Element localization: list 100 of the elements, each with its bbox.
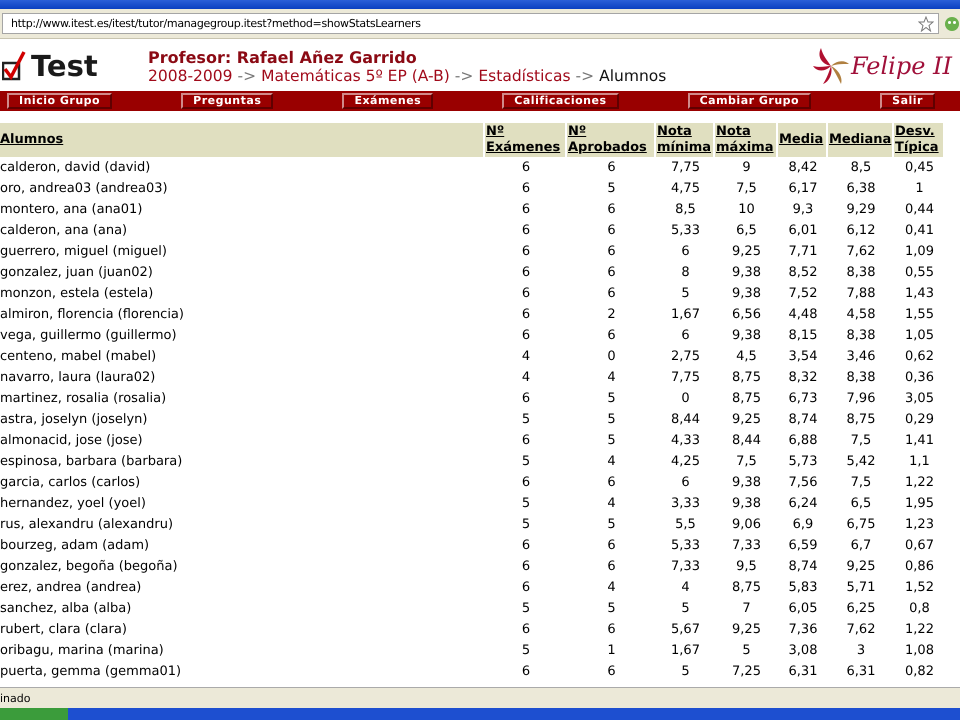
table-cell-text: puerta, gemma (gemma01) <box>0 663 182 681</box>
table-cell-text: 7,56 <box>788 474 818 492</box>
table-cell-text: 1,41 <box>904 432 935 450</box>
breadcrumb-separator: -> <box>238 66 256 84</box>
nav-button[interactable]: Calificaciones <box>502 93 619 109</box>
nav-button[interactable]: Salir <box>880 93 935 109</box>
table-cell-text: 0,8 <box>908 600 931 618</box>
table-cell-text: 7,5 <box>735 453 758 471</box>
table-cell-text: 5,33 <box>670 537 701 555</box>
table-cell-text: 9,5 <box>735 558 758 576</box>
table-cell-text: 10 <box>737 201 756 219</box>
table-cell-text: sanchez, alba (alba) <box>0 600 132 618</box>
table-cell-text: 4 <box>606 369 617 387</box>
table-cell-text: 5 <box>520 453 532 471</box>
table-cell-text: 7,25 <box>731 663 762 681</box>
table-cell-text: navarro, laura (laura02) <box>0 369 156 387</box>
table-cell-text: 5 <box>520 495 532 513</box>
table-cell-text: 6 <box>520 474 532 492</box>
table-cell-text: 9,3 <box>792 201 814 219</box>
table-cell-text: 5 <box>741 642 752 660</box>
table-cell-text: 8,5 <box>674 201 697 219</box>
table-cell-text: 3,05 <box>904 390 935 408</box>
table-cell-text: 8,38 <box>846 264 876 282</box>
table-cell-text: 7,52 <box>788 285 818 303</box>
table-cell-text: 7,5 <box>850 432 872 450</box>
checkbox-check-icon <box>2 51 26 81</box>
swirl-logo-icon <box>810 46 851 86</box>
table-cell-text: 5 <box>606 432 617 450</box>
table-cell-text: 9 <box>741 159 752 177</box>
table-cell-text: 6 <box>520 243 532 261</box>
nav-button[interactable]: Exámenes <box>342 93 434 109</box>
table-cell-text: 8 <box>680 264 691 282</box>
table-cell-text: 8,44 <box>670 411 701 429</box>
column-header[interactable]: Mediana <box>828 123 894 157</box>
column-header[interactable]: Alumnos <box>0 123 485 157</box>
table-cell-text: oro, andrea03 (andrea03) <box>0 180 169 198</box>
table-cell-text: 9,25 <box>731 621 762 639</box>
nav-button[interactable]: Preguntas <box>181 93 274 109</box>
table-cell-text: 9,38 <box>731 474 762 492</box>
table-cell-text: 6 <box>680 327 691 345</box>
breadcrumb-link[interactable]: Matemáticas 5º EP (A-B) <box>261 66 450 84</box>
table-cell-text: garcia, carlos (carlos) <box>0 474 142 492</box>
breadcrumb-separator: -> <box>454 66 474 84</box>
table-cell-text: 3,46 <box>846 348 876 366</box>
table-cell-text: 0,29 <box>904 411 935 429</box>
nav-button[interactable]: Cambiar Grupo <box>688 93 812 109</box>
table-cell-text: 6 <box>606 201 617 219</box>
table-cell-text: 4,58 <box>846 306 876 324</box>
table-cell-text: hernandez, yoel (yoel) <box>0 495 147 513</box>
column-header[interactable]: Nota mínima <box>656 123 715 157</box>
column-header[interactable]: Media <box>778 123 828 157</box>
table-cell-text: rubert, clara (clara) <box>0 621 128 639</box>
table-cell-text: 7,75 <box>670 369 701 387</box>
breadcrumb-separator: -> <box>576 66 594 84</box>
table-cell-text: 5 <box>606 600 617 618</box>
table-cell-text: 5 <box>606 180 617 198</box>
table-cell-text: 9,25 <box>846 558 876 576</box>
table-cell-text: 9,38 <box>731 264 762 282</box>
table-cell-text: centeno, mabel (mabel) <box>0 348 158 366</box>
table-cell-text: 1,1 <box>908 453 931 471</box>
table-cell-text: 2 <box>606 306 617 324</box>
table-cell-text: 8,74 <box>788 411 818 429</box>
table-cell-text: 6,31 <box>788 663 818 681</box>
table-cell-text: 6,38 <box>846 180 876 198</box>
column-header[interactable]: Nota máxima <box>715 123 778 157</box>
table-cell-text: 6 <box>680 474 691 492</box>
column-header[interactable]: Nº Aprobados <box>567 123 656 157</box>
table-cell-text: 7,33 <box>731 537 762 555</box>
table-cell-text: 4,5 <box>735 348 758 366</box>
table-cell-text: 6 <box>606 243 617 261</box>
breadcrumb-link[interactable]: 2008-2009 <box>148 66 232 84</box>
table-cell-text: 0,55 <box>904 264 935 282</box>
table-cell-text: 6 <box>520 663 532 681</box>
table-cell-text: 0 <box>680 390 691 408</box>
table-cell-text: 3,54 <box>788 348 818 366</box>
table-cell-text: 6,75 <box>846 516 876 534</box>
address-field[interactable]: http://www.itest.es/itest/tutor/managegroup.itest?method=showStatsLearners <box>2 13 939 34</box>
column-header[interactable]: Desv. Típica <box>894 123 945 157</box>
table-cell-text: 8,15 <box>788 327 818 345</box>
table-cell-text: 6 <box>520 432 532 450</box>
table-cell-text: 7,5 <box>850 474 872 492</box>
start-button[interactable] <box>0 708 68 720</box>
table-cell-text: 7,62 <box>846 621 876 639</box>
breadcrumb-link[interactable]: Estadísticas <box>478 66 571 84</box>
table-cell-text: 9,06 <box>731 516 762 534</box>
star-icon[interactable] <box>918 16 934 32</box>
smiley-icon[interactable] <box>944 16 960 32</box>
table-cell-text: 5,71 <box>846 579 876 597</box>
table-cell-text: 8,32 <box>788 369 818 387</box>
table-cell-text: montero, ana (ana01) <box>0 201 144 219</box>
table-cell-text: 6,88 <box>788 432 818 450</box>
logo-text: Test <box>31 51 98 81</box>
column-header[interactable]: Nº Exámenes <box>485 123 567 157</box>
table-cell-text: 6,7 <box>850 537 872 555</box>
table-cell-text: 6 <box>520 537 532 555</box>
table-cell-text: 9,29 <box>846 201 876 219</box>
table-cell-text: 6 <box>606 474 617 492</box>
table-cell-text: 6 <box>520 306 532 324</box>
table-cell-text: 7,33 <box>670 558 701 576</box>
nav-button[interactable]: Inicio Grupo <box>7 93 112 109</box>
